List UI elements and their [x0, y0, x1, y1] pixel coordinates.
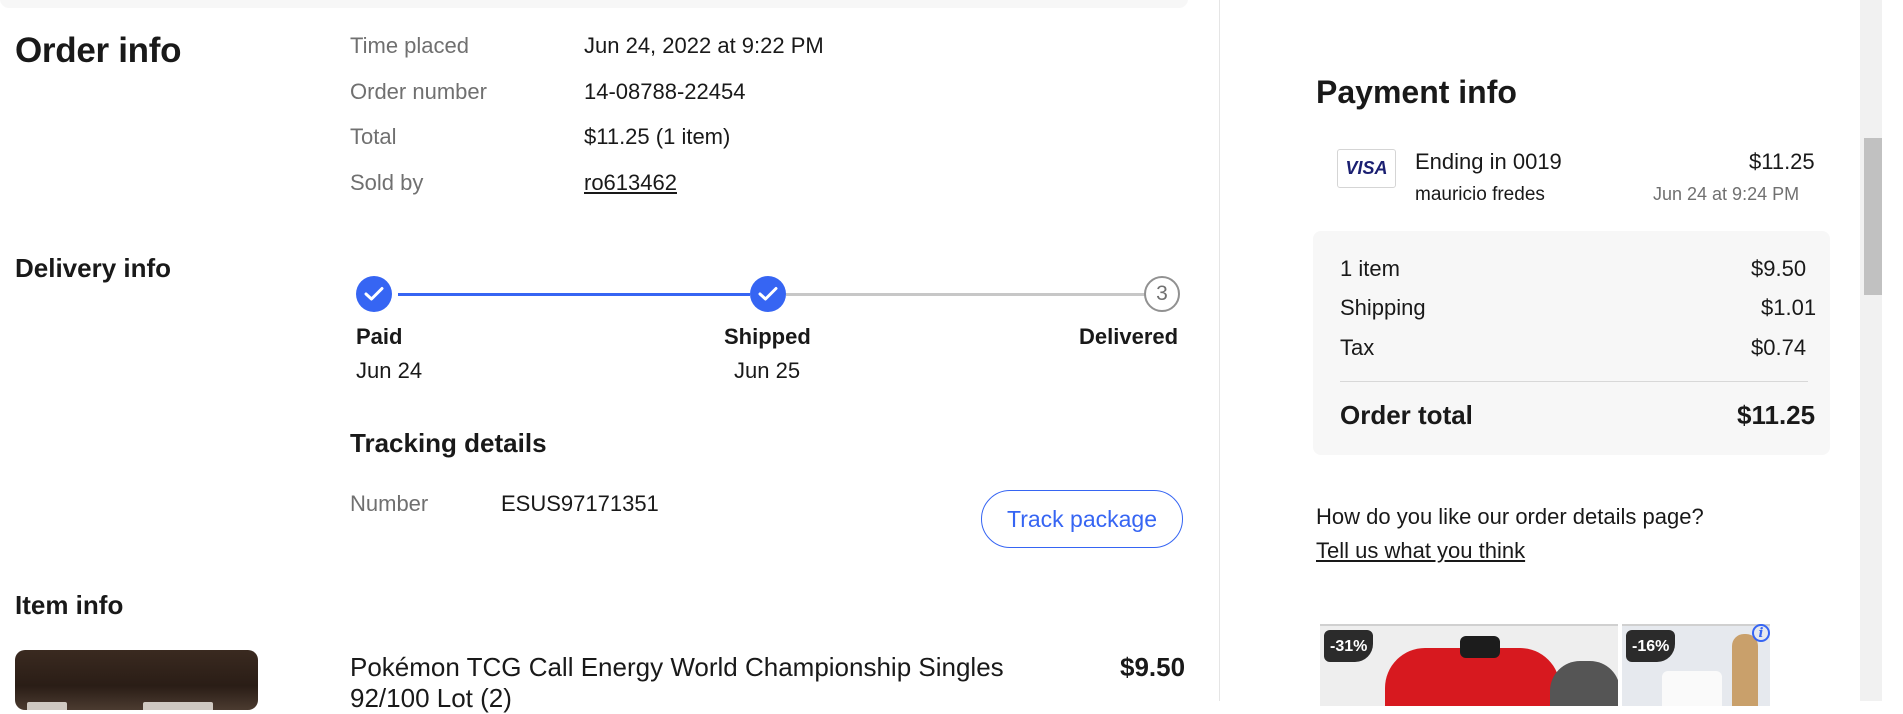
track-package-button[interactable]: Track package — [981, 490, 1183, 548]
item-info-heading: Item info — [15, 590, 124, 620]
item-thumbnail[interactable] — [15, 650, 258, 710]
step-shipped-label: Shipped — [724, 324, 811, 349]
seller-link[interactable]: ro613462 — [584, 170, 677, 196]
order-total-value: $11.25 — [1737, 400, 1816, 430]
summary-shipping-label: Shipping — [1340, 295, 1426, 320]
thumbnail-card-left — [27, 702, 67, 710]
feedback-question: How do you like our order details page? — [1316, 504, 1704, 529]
tracking-number-label: Number — [350, 491, 429, 516]
summary-items-value: $9.50 — [1751, 256, 1807, 281]
column-divider — [1219, 0, 1220, 701]
ad-product-background-object — [1550, 661, 1618, 706]
card-ending: Ending in 0019 — [1415, 149, 1562, 174]
summary-divider — [1340, 381, 1808, 382]
ad-product-grinder — [1732, 634, 1758, 706]
ad-tile-2[interactable]: -16% — [1622, 624, 1770, 706]
ad-discount-badge-2: -16% — [1626, 630, 1676, 662]
payment-amount: $11.25 — [1749, 149, 1815, 174]
total-value: $11.25 (1 item) — [584, 124, 731, 149]
ad-discount-badge-1: -31% — [1324, 630, 1374, 662]
scrollbar-track[interactable] — [1860, 0, 1882, 701]
previous-section-card — [0, 0, 1188, 8]
ad-tile-1[interactable]: -31% — [1320, 624, 1618, 706]
summary-tax-value: $0.74 — [1751, 335, 1807, 360]
step-paid-label: Paid — [356, 324, 403, 349]
delivered-step-number: 3 — [1144, 276, 1180, 312]
shipped-check-icon — [750, 276, 786, 312]
step-delivered-label: Delivered — [1079, 324, 1179, 349]
order-number-value: 14-08788-22454 — [584, 79, 746, 104]
payment-date: Jun 24 at 9:24 PM — [1653, 184, 1800, 204]
payment-info-heading: Payment info — [1316, 74, 1517, 110]
tracking-details-heading: Tracking details — [350, 428, 547, 458]
progress-line-pending — [786, 293, 1146, 296]
order-info-heading: Order info — [15, 31, 182, 70]
summary-shipping-value: $1.01 — [1761, 295, 1817, 320]
item-price: $9.50 — [1120, 652, 1186, 682]
sold-by-label: Sold by — [350, 170, 424, 195]
feedback-link[interactable]: Tell us what you think — [1316, 538, 1525, 564]
scrollbar-thumb[interactable] — [1864, 138, 1882, 295]
summary-items-label: 1 item — [1340, 256, 1400, 281]
item-title-line2[interactable]: 92/100 Lot (2) — [350, 683, 512, 714]
time-placed-value: Jun 24, 2022 at 9:22 PM — [584, 33, 824, 58]
total-label: Total — [350, 124, 397, 149]
tracking-number-value: ESUS97171351 — [501, 491, 659, 516]
delivery-info-heading: Delivery info — [15, 253, 172, 283]
step-paid-date: Jun 24 — [356, 358, 423, 383]
ad-info-icon[interactable]: i — [1752, 624, 1770, 642]
item-title-line1[interactable]: Pokémon TCG Call Energy World Championsh… — [350, 652, 1004, 683]
progress-line-completed — [398, 293, 750, 296]
paid-check-icon — [356, 276, 392, 312]
card-holder: mauricio fredes — [1415, 184, 1545, 205]
thumbnail-card-right — [143, 702, 213, 710]
order-number-label: Order number — [350, 79, 487, 104]
order-total-label: Order total — [1340, 400, 1473, 430]
time-placed-label: Time placed — [350, 33, 470, 58]
step-shipped-date: Jun 25 — [734, 358, 801, 383]
ad-product-lid — [1460, 636, 1500, 658]
summary-tax-label: Tax — [1340, 335, 1375, 360]
visa-card-icon: VISA — [1337, 149, 1396, 188]
